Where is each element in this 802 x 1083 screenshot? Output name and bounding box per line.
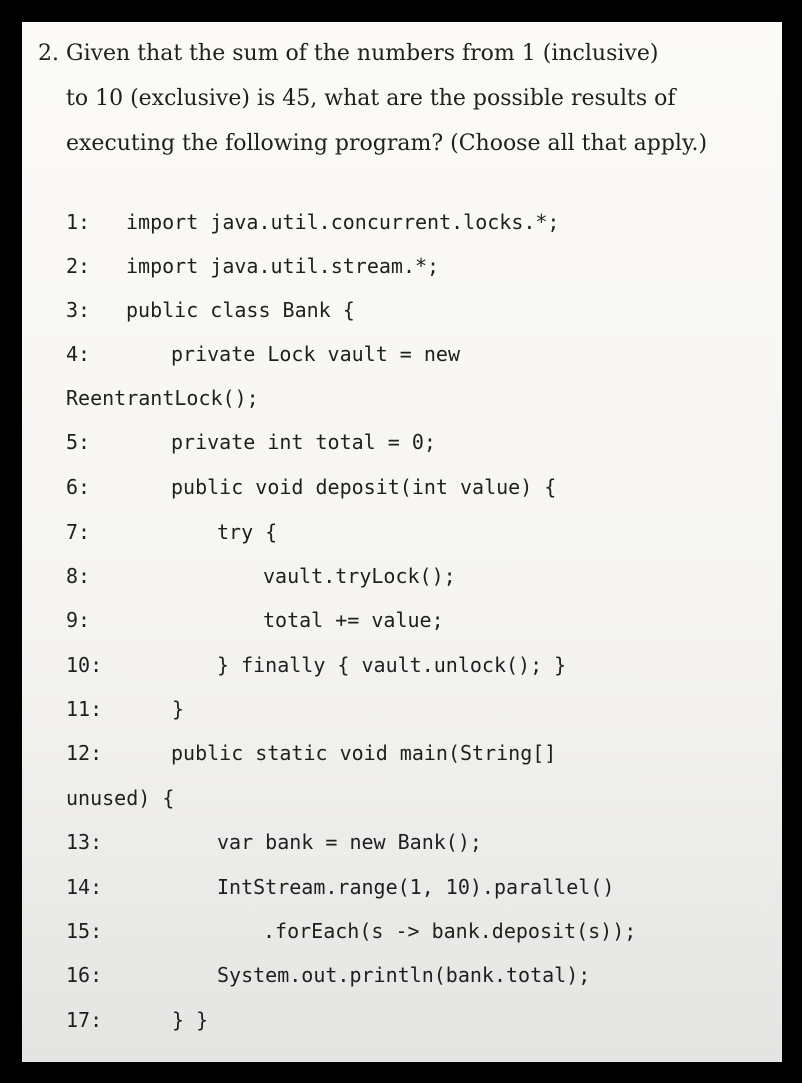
code-line-9: total += value; xyxy=(263,608,444,632)
line-number-17: 17: xyxy=(66,1008,103,1032)
line-number-3: 3: xyxy=(66,298,91,322)
line-number-4: 4: xyxy=(66,342,91,366)
code-line-16: System.out.println(bank.total); xyxy=(217,963,591,987)
code-line-6: public void deposit(int value) { xyxy=(171,475,557,499)
question-text-line-3: executing the following program? (Choose… xyxy=(66,131,708,156)
code-line-4: private Lock vault = new xyxy=(171,342,460,366)
line-number-5: 5: xyxy=(66,430,91,454)
line-number-16: 16: xyxy=(66,963,103,987)
code-line-14: IntStream.range(1, 10).parallel() xyxy=(217,875,615,899)
code-line-10: } finally { vault.unlock(); } xyxy=(217,653,567,677)
line-number-13: 13: xyxy=(66,830,103,854)
code-line-15: .forEach(s -> bank.deposit(s)); xyxy=(263,919,637,943)
line-number-15: 15: xyxy=(66,919,103,943)
question-text-line-2: to 10 (exclusive) is 45, what are the po… xyxy=(66,86,676,111)
code-line-12-continuation: unused) { xyxy=(66,786,175,810)
code-line-11: } xyxy=(172,697,185,721)
code-line-17: } } xyxy=(172,1008,209,1032)
question-number: 2. xyxy=(38,41,59,66)
line-number-8: 8: xyxy=(66,564,91,588)
line-number-10: 10: xyxy=(66,653,103,677)
code-line-12: public static void main(String[] xyxy=(171,741,557,765)
book-page: 2. Given that the sum of the numbers fro… xyxy=(22,22,782,1062)
line-number-14: 14: xyxy=(66,875,103,899)
line-number-7: 7: xyxy=(66,520,91,544)
line-number-11: 11: xyxy=(66,697,103,721)
code-line-3: public class Bank { xyxy=(126,298,355,322)
code-line-13: var bank = new Bank(); xyxy=(217,830,482,854)
code-line-1: import java.util.concurrent.locks.*; xyxy=(126,210,560,234)
question-text-line-1: Given that the sum of the numbers from 1… xyxy=(66,41,659,66)
line-number-2: 2: xyxy=(66,254,91,278)
line-number-6: 6: xyxy=(66,475,91,499)
code-line-5: private int total = 0; xyxy=(171,430,436,454)
code-line-7: try { xyxy=(217,520,278,544)
code-line-2: import java.util.stream.*; xyxy=(126,254,440,278)
line-number-1: 1: xyxy=(66,210,91,234)
line-number-12: 12: xyxy=(66,741,103,765)
code-line-8: vault.tryLock(); xyxy=(263,564,456,588)
code-line-4-continuation: ReentrantLock(); xyxy=(66,386,259,410)
line-number-9: 9: xyxy=(66,608,91,632)
